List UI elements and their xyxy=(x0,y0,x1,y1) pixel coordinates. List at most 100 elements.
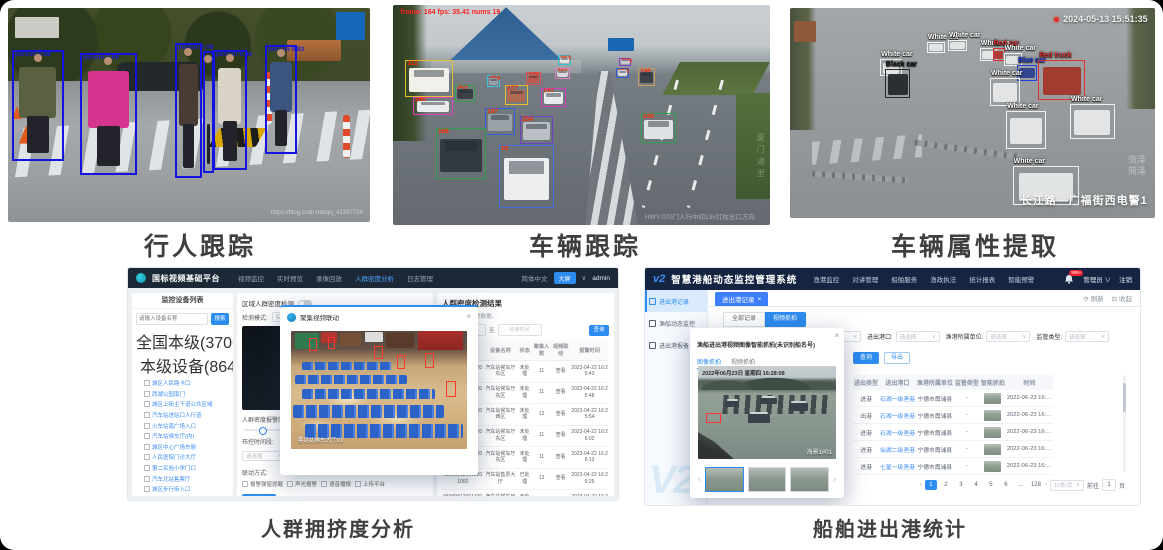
nav-item[interactable]: 日志管理 xyxy=(407,273,433,283)
page-number[interactable]: 1 xyxy=(925,480,937,490)
device-tree-item[interactable]: 沿江路观景平台 xyxy=(136,495,229,496)
logout-button[interactable]: 注销 xyxy=(1119,274,1132,284)
chevron-down-icon[interactable]: ∨ xyxy=(582,274,587,282)
nav-item[interactable]: 渔港监控 xyxy=(813,274,839,284)
checkbox-icon[interactable] xyxy=(355,481,361,487)
query-button[interactable]: 查询 xyxy=(589,325,609,336)
query-button[interactable]: 查询 xyxy=(853,352,879,364)
bell-icon[interactable]: 999+ xyxy=(1064,274,1075,284)
next-thumb-icon[interactable]: › xyxy=(833,474,836,484)
prev-thumb-icon[interactable]: ‹ xyxy=(698,474,701,484)
checkbox-icon[interactable] xyxy=(144,391,150,397)
view-link[interactable]: 查看 xyxy=(551,425,570,447)
checkbox-icon[interactable] xyxy=(144,454,150,460)
device-tree-item[interactable]: 城区步行街入口 xyxy=(136,484,229,495)
checkbox-icon[interactable] xyxy=(144,465,150,471)
checkbox-icon[interactable] xyxy=(144,476,150,482)
checkbox-icon[interactable] xyxy=(321,481,327,487)
checkbox-icon[interactable] xyxy=(144,412,150,418)
nav-item[interactable]: 统计报表 xyxy=(969,274,995,284)
nav-item[interactable]: 对讲管理 xyxy=(852,274,878,284)
view-link[interactable]: 查看 xyxy=(551,404,570,426)
port-link[interactable]: 仙湖二级渔港 xyxy=(879,441,916,458)
checkbox-icon[interactable] xyxy=(144,444,150,450)
subtab[interactable]: 视频抓拍 xyxy=(765,312,806,327)
close-icon[interactable]: × xyxy=(834,332,839,340)
page-number[interactable]: 5 xyxy=(985,480,997,490)
tree-sub-node[interactable]: 本级设备(8641) xyxy=(132,353,233,377)
device-tree-item[interactable]: 汽车站候车厅(内) xyxy=(136,431,229,442)
device-tree-item[interactable]: 汽车北站售票厅 xyxy=(136,473,229,484)
checkbox-icon[interactable] xyxy=(144,401,150,407)
close-icon[interactable]: × xyxy=(466,313,471,321)
search-button[interactable]: 搜索 xyxy=(211,313,229,325)
big-screen-button[interactable]: 大屏 xyxy=(554,272,576,284)
subtab[interactable]: 全部记录 xyxy=(723,312,765,327)
page-number[interactable]: 3 xyxy=(955,480,967,490)
view-link[interactable]: 查看 xyxy=(551,490,570,497)
device-tree-item[interactable]: 城区上街主干道公共区域 xyxy=(136,399,229,410)
checkbox-icon[interactable] xyxy=(242,481,248,487)
page-number[interactable]: 4 xyxy=(970,480,982,490)
capture-thumbnail[interactable] xyxy=(748,467,787,492)
capture-thumbnail[interactable] xyxy=(984,393,1001,404)
view-link[interactable]: 查看 xyxy=(551,382,570,404)
filter-select[interactable]: 请选择∨ xyxy=(1065,331,1109,342)
page-number[interactable]: … xyxy=(1015,480,1027,490)
sidebar-item[interactable]: 进出港记录 xyxy=(645,290,707,312)
tree-root-node[interactable]: 全国本级(37063) xyxy=(132,329,233,353)
view-link[interactable]: 查看 xyxy=(551,361,570,383)
prev-page-icon[interactable]: ‹ xyxy=(920,482,922,488)
close-icon[interactable]: × xyxy=(758,296,762,303)
linkage-option[interactable]: 声光报警 xyxy=(287,480,317,488)
export-button[interactable]: 导出 xyxy=(884,352,910,364)
device-tree-item[interactable]: 第二实验小学门口 xyxy=(136,463,229,474)
nav-item[interactable]: 船舶服务 xyxy=(891,274,917,284)
capture-thumbnail[interactable] xyxy=(705,467,744,492)
nav-item[interactable]: 渔政执法 xyxy=(930,274,956,284)
port-link[interactable]: 石湖一级渔港 xyxy=(879,407,916,424)
linkage-option[interactable]: 上传平台 xyxy=(355,480,385,488)
checkbox-icon[interactable] xyxy=(287,481,293,487)
filter-select[interactable]: 请选择∨ xyxy=(896,331,940,342)
scrollbar[interactable] xyxy=(1123,375,1126,472)
capture-thumbnail[interactable] xyxy=(984,444,1001,455)
port-link[interactable]: 石湖一级渔港 xyxy=(879,390,916,407)
page-number[interactable]: 6 xyxy=(1000,480,1012,490)
collapse-button[interactable]: ⊟ 收起 xyxy=(1112,293,1132,303)
refresh-button[interactable]: ⟳ 刷新 xyxy=(1083,293,1103,303)
linkage-option[interactable]: 语音播报 xyxy=(321,480,351,488)
nav-item[interactable]: 智能预警 xyxy=(1008,274,1034,284)
capture-thumbnail[interactable] xyxy=(790,467,829,492)
capture-thumbnail[interactable] xyxy=(984,461,1001,472)
view-link[interactable]: 查看 xyxy=(551,447,570,469)
nav-item[interactable]: 视频监控 xyxy=(238,273,264,283)
nav-item[interactable]: 实时预览 xyxy=(277,273,303,283)
user-menu[interactable]: 管理员 ∨ xyxy=(1083,274,1111,284)
page-size-select[interactable]: 10条/页∨ xyxy=(1050,480,1084,491)
checkbox-icon[interactable] xyxy=(144,486,150,492)
language-switch[interactable]: 简体中文 xyxy=(522,273,548,283)
filter-select[interactable]: 请选择∨ xyxy=(986,331,1030,342)
end-time-input[interactable]: 结束时间 xyxy=(498,324,542,336)
linkage-option[interactable]: 报警弹窗提醒 xyxy=(242,480,283,488)
device-search-input[interactable] xyxy=(136,313,208,325)
device-tree-item[interactable]: 城区中心广场东侧 xyxy=(136,442,229,453)
nav-item[interactable]: 录像回放 xyxy=(316,273,342,283)
page-number[interactable]: 128 xyxy=(1030,480,1042,490)
device-tree-item[interactable]: 城区人民路卡口 xyxy=(136,378,229,389)
view-link[interactable]: 查看 xyxy=(551,468,570,490)
capture-thumbnail[interactable] xyxy=(984,410,1001,421)
device-tree-item[interactable]: 西湖公园南门 xyxy=(136,389,229,400)
device-tree-item[interactable]: 汽车站进站口人行道 xyxy=(136,410,229,421)
port-link[interactable]: 七星一级渔港 xyxy=(879,458,916,475)
nav-item[interactable]: 人群密度分析 xyxy=(355,273,394,283)
device-tree-item[interactable]: 火车站南广场入口 xyxy=(136,420,229,431)
checkbox-icon[interactable] xyxy=(144,433,150,439)
device-tree-item[interactable]: 人民医院门诊大厅 xyxy=(136,452,229,463)
tab-port-records[interactable]: 进出港记录× xyxy=(715,292,768,306)
save-button[interactable]: 保存 xyxy=(242,494,276,496)
page-number[interactable]: 2 xyxy=(940,480,952,490)
next-page-icon[interactable]: › xyxy=(1045,482,1047,488)
goto-page-input[interactable]: 1 xyxy=(1102,479,1116,491)
